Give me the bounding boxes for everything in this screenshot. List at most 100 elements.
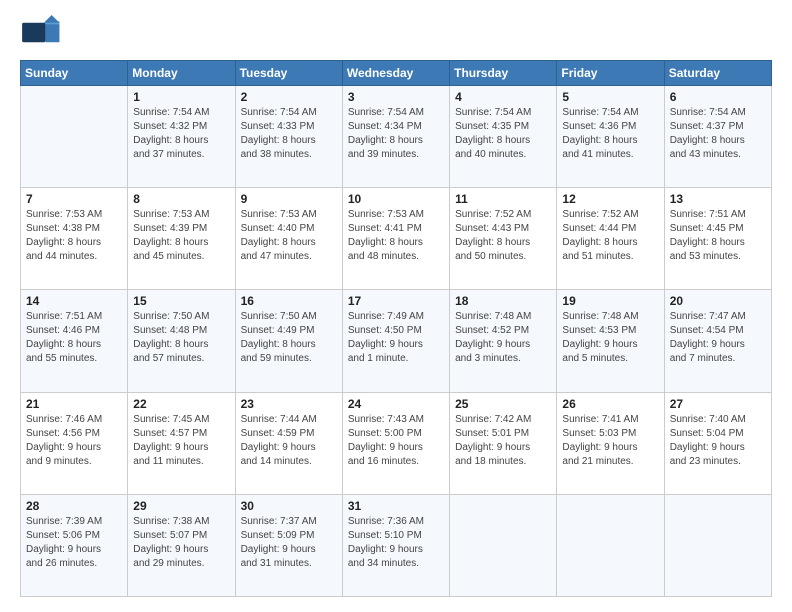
calendar-cell: 14 Sunrise: 7:51 AMSunset: 4:46 PMDayligh… <box>21 290 128 392</box>
day-number: 19 <box>562 294 658 308</box>
day-info: Sunrise: 7:41 AMSunset: 5:03 PMDaylight:… <box>562 413 658 469</box>
calendar-cell: 12 Sunrise: 7:52 AMSunset: 4:44 PMDayligh… <box>557 188 664 290</box>
day-info: Sunrise: 7:37 AMSunset: 5:09 PMDaylight:… <box>241 515 337 571</box>
day-number: 7 <box>26 192 122 206</box>
calendar-cell: 15 Sunrise: 7:50 AMSunset: 4:48 PMDayligh… <box>128 290 235 392</box>
calendar-cell <box>557 494 664 596</box>
day-number: 9 <box>241 192 337 206</box>
calendar-cell: 7 Sunrise: 7:53 AMSunset: 4:38 PMDaylight… <box>21 188 128 290</box>
calendar-cell: 26 Sunrise: 7:41 AMSunset: 5:03 PMDayligh… <box>557 392 664 494</box>
day-info: Sunrise: 7:38 AMSunset: 5:07 PMDaylight:… <box>133 515 229 571</box>
calendar-cell: 27 Sunrise: 7:40 AMSunset: 5:04 PMDayligh… <box>664 392 771 494</box>
calendar-cell: 17 Sunrise: 7:49 AMSunset: 4:50 PMDayligh… <box>342 290 449 392</box>
day-info: Sunrise: 7:54 AMSunset: 4:33 PMDaylight:… <box>241 106 337 162</box>
calendar-cell <box>21 86 128 188</box>
calendar-cell: 31Sunrise: 7:36 AMSunset: 5:10 PMDayligh… <box>342 494 449 596</box>
day-info: Sunrise: 7:42 AMSunset: 5:01 PMDaylight:… <box>455 413 551 469</box>
day-number: 16 <box>241 294 337 308</box>
day-info: Sunrise: 7:40 AMSunset: 5:04 PMDaylight:… <box>670 413 766 469</box>
calendar-header-tuesday: Tuesday <box>235 61 342 86</box>
day-number: 27 <box>670 397 766 411</box>
calendar-cell: 9 Sunrise: 7:53 AMSunset: 4:40 PMDaylight… <box>235 188 342 290</box>
day-info: Sunrise: 7:51 AMSunset: 4:45 PMDaylight:… <box>670 208 766 264</box>
calendar-header-wednesday: Wednesday <box>342 61 449 86</box>
day-number: 20 <box>670 294 766 308</box>
calendar-cell: 28 Sunrise: 7:39 AMSunset: 5:06 PMDayligh… <box>21 494 128 596</box>
day-info: Sunrise: 7:48 AMSunset: 4:52 PMDaylight:… <box>455 310 551 366</box>
logo-icon <box>20 15 60 50</box>
calendar-week-2: 7 Sunrise: 7:53 AMSunset: 4:38 PMDaylight… <box>21 188 772 290</box>
calendar-cell: 20Sunrise: 7:47 AMSunset: 4:54 PMDayligh… <box>664 290 771 392</box>
day-info: Sunrise: 7:53 AMSunset: 4:40 PMDaylight:… <box>241 208 337 264</box>
day-info: Sunrise: 7:53 AMSunset: 4:38 PMDaylight:… <box>26 208 122 264</box>
day-number: 8 <box>133 192 229 206</box>
calendar-cell: 1Sunrise: 7:54 AMSunset: 4:32 PMDaylight… <box>128 86 235 188</box>
day-info: Sunrise: 7:52 AMSunset: 4:44 PMDaylight:… <box>562 208 658 264</box>
header <box>20 15 772 50</box>
day-number: 23 <box>241 397 337 411</box>
calendar-cell: 21Sunrise: 7:46 AMSunset: 4:56 PMDayligh… <box>21 392 128 494</box>
calendar-cell: 30 Sunrise: 7:37 AMSunset: 5:09 PMDayligh… <box>235 494 342 596</box>
day-number: 18 <box>455 294 551 308</box>
calendar-week-3: 14 Sunrise: 7:51 AMSunset: 4:46 PMDayligh… <box>21 290 772 392</box>
calendar-cell: 23 Sunrise: 7:44 AMSunset: 4:59 PMDayligh… <box>235 392 342 494</box>
calendar-header-thursday: Thursday <box>450 61 557 86</box>
day-number: 28 <box>26 499 122 513</box>
day-number: 17 <box>348 294 444 308</box>
day-number: 2 <box>241 90 337 104</box>
day-info: Sunrise: 7:54 AMSunset: 4:34 PMDaylight:… <box>348 106 444 162</box>
calendar-cell: 11Sunrise: 7:52 AMSunset: 4:43 PMDayligh… <box>450 188 557 290</box>
day-info: Sunrise: 7:51 AMSunset: 4:46 PMDaylight:… <box>26 310 122 366</box>
calendar-header-saturday: Saturday <box>664 61 771 86</box>
day-info: Sunrise: 7:46 AMSunset: 4:56 PMDaylight:… <box>26 413 122 469</box>
calendar-header-row: SundayMondayTuesdayWednesdayThursdayFrid… <box>21 61 772 86</box>
day-info: Sunrise: 7:53 AMSunset: 4:41 PMDaylight:… <box>348 208 444 264</box>
calendar-cell: 24Sunrise: 7:43 AMSunset: 5:00 PMDayligh… <box>342 392 449 494</box>
calendar-cell: 19 Sunrise: 7:48 AMSunset: 4:53 PMDayligh… <box>557 290 664 392</box>
calendar-cell: 25Sunrise: 7:42 AMSunset: 5:01 PMDayligh… <box>450 392 557 494</box>
day-number: 12 <box>562 192 658 206</box>
day-info: Sunrise: 7:39 AMSunset: 5:06 PMDaylight:… <box>26 515 122 571</box>
calendar-cell: 18 Sunrise: 7:48 AMSunset: 4:52 PMDayligh… <box>450 290 557 392</box>
day-info: Sunrise: 7:50 AMSunset: 4:48 PMDaylight:… <box>133 310 229 366</box>
calendar-cell: 4 Sunrise: 7:54 AMSunset: 4:35 PMDaylight… <box>450 86 557 188</box>
day-number: 5 <box>562 90 658 104</box>
day-number: 31 <box>348 499 444 513</box>
calendar-cell: 16 Sunrise: 7:50 AMSunset: 4:49 PMDayligh… <box>235 290 342 392</box>
day-info: Sunrise: 7:44 AMSunset: 4:59 PMDaylight:… <box>241 413 337 469</box>
day-number: 14 <box>26 294 122 308</box>
calendar-cell: 10 Sunrise: 7:53 AMSunset: 4:41 PMDayligh… <box>342 188 449 290</box>
page: SundayMondayTuesdayWednesdayThursdayFrid… <box>0 0 792 612</box>
day-info: Sunrise: 7:52 AMSunset: 4:43 PMDaylight:… <box>455 208 551 264</box>
calendar-cell: 6Sunrise: 7:54 AMSunset: 4:37 PMDaylight… <box>664 86 771 188</box>
calendar-cell: 2 Sunrise: 7:54 AMSunset: 4:33 PMDaylight… <box>235 86 342 188</box>
day-number: 4 <box>455 90 551 104</box>
calendar-cell: 3 Sunrise: 7:54 AMSunset: 4:34 PMDaylight… <box>342 86 449 188</box>
day-number: 24 <box>348 397 444 411</box>
day-info: Sunrise: 7:50 AMSunset: 4:49 PMDaylight:… <box>241 310 337 366</box>
day-info: Sunrise: 7:45 AMSunset: 4:57 PMDaylight:… <box>133 413 229 469</box>
day-number: 10 <box>348 192 444 206</box>
day-info: Sunrise: 7:49 AMSunset: 4:50 PMDaylight:… <box>348 310 444 366</box>
day-info: Sunrise: 7:48 AMSunset: 4:53 PMDaylight:… <box>562 310 658 366</box>
calendar-week-5: 28 Sunrise: 7:39 AMSunset: 5:06 PMDayligh… <box>21 494 772 596</box>
day-info: Sunrise: 7:54 AMSunset: 4:36 PMDaylight:… <box>562 106 658 162</box>
calendar-header-friday: Friday <box>557 61 664 86</box>
calendar-table: SundayMondayTuesdayWednesdayThursdayFrid… <box>20 60 772 597</box>
calendar-header-sunday: Sunday <box>21 61 128 86</box>
day-number: 3 <box>348 90 444 104</box>
calendar-header-monday: Monday <box>128 61 235 86</box>
day-number: 30 <box>241 499 337 513</box>
calendar-cell <box>450 494 557 596</box>
calendar-cell: 5 Sunrise: 7:54 AMSunset: 4:36 PMDaylight… <box>557 86 664 188</box>
calendar-cell: 13Sunrise: 7:51 AMSunset: 4:45 PMDayligh… <box>664 188 771 290</box>
day-number: 26 <box>562 397 658 411</box>
logo <box>20 15 64 50</box>
day-number: 29 <box>133 499 229 513</box>
day-info: Sunrise: 7:54 AMSunset: 4:35 PMDaylight:… <box>455 106 551 162</box>
day-number: 22 <box>133 397 229 411</box>
day-number: 15 <box>133 294 229 308</box>
calendar-week-4: 21Sunrise: 7:46 AMSunset: 4:56 PMDayligh… <box>21 392 772 494</box>
day-info: Sunrise: 7:54 AMSunset: 4:37 PMDaylight:… <box>670 106 766 162</box>
day-info: Sunrise: 7:54 AMSunset: 4:32 PMDaylight:… <box>133 106 229 162</box>
